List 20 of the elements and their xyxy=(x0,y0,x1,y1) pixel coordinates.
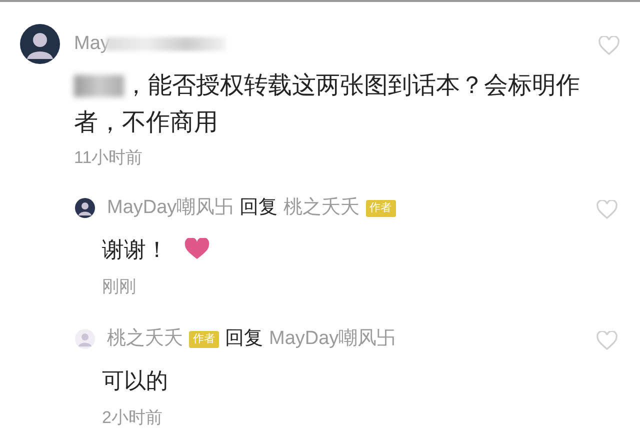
avatar[interactable] xyxy=(20,24,60,64)
comment-text: ，能否授权转载这两张图到话本？会标明作者，不作商用 xyxy=(74,72,580,136)
reply-label: 回复 xyxy=(240,196,278,220)
avatar[interactable] xyxy=(75,198,95,218)
author-badge: 作者 xyxy=(189,330,219,348)
user-name: 桃之夭夭 xyxy=(107,327,183,351)
author-badge: 作者 xyxy=(366,200,396,217)
comment-text: 可以的 xyxy=(102,366,168,394)
user-name: 桃之夭夭 xyxy=(284,196,360,220)
like-button[interactable] xyxy=(596,198,618,218)
timestamp: 刚刚 xyxy=(102,276,136,296)
user-name: May xyxy=(74,32,110,56)
like-button[interactable] xyxy=(596,329,618,350)
user-name: MayDay嘲风卐 xyxy=(269,327,396,351)
comment-text: 谢谢！ xyxy=(102,236,168,264)
reply-label: 回复 xyxy=(225,327,263,351)
like-button[interactable] xyxy=(598,34,620,54)
timestamp: 2小时前 xyxy=(102,408,162,426)
timestamp: 11小时前 xyxy=(74,148,143,166)
user-name: MayDay嘲风卐 xyxy=(107,196,234,220)
